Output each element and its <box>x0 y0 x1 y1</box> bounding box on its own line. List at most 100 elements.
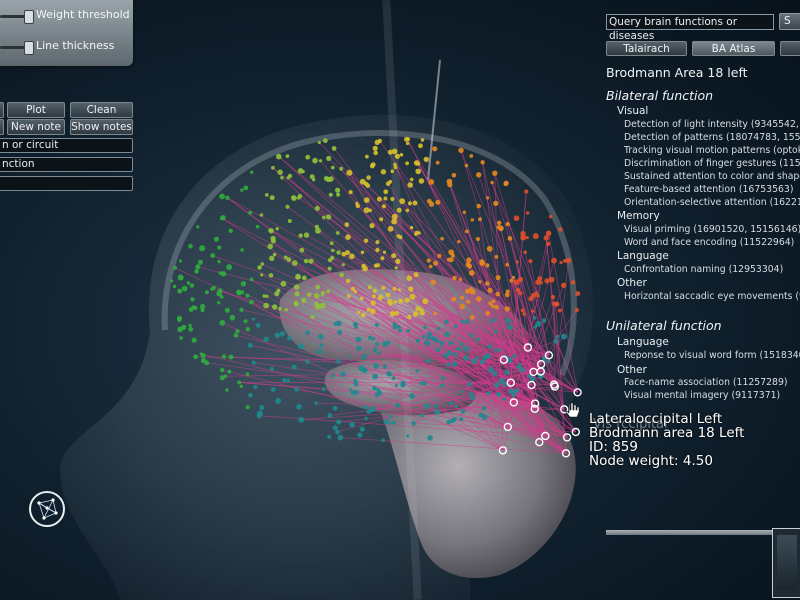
brain-node <box>331 248 335 253</box>
brain-node <box>291 195 297 201</box>
new-note-button[interactable]: New note <box>7 119 65 135</box>
brain-node <box>454 404 459 408</box>
brain-node <box>272 252 277 257</box>
brain-node <box>486 245 493 252</box>
brain-node <box>433 260 439 266</box>
brain-node <box>293 300 299 306</box>
brain-node <box>196 225 200 229</box>
brain-node <box>264 193 269 197</box>
network-graph-icon[interactable] <box>29 491 65 527</box>
function-item[interactable]: Visual mental imagery (9117371) <box>624 390 780 401</box>
brain-node <box>436 326 441 331</box>
brain-node <box>219 319 226 326</box>
plot-button[interactable]: Plot <box>7 102 65 118</box>
function-item[interactable]: Detection of patterns (18074783, 1552809… <box>624 132 800 143</box>
brain-node <box>554 301 560 307</box>
line-thickness-handle[interactable] <box>24 41 34 55</box>
brain-node <box>298 343 304 350</box>
brain-node <box>385 181 391 186</box>
brain-node <box>279 331 286 337</box>
function-item[interactable]: Feature-based attention (16753563) <box>624 184 793 195</box>
brain-node <box>435 160 440 165</box>
function-item[interactable]: Confrontation naming (12953304) <box>624 264 783 275</box>
search-button[interactable]: S <box>779 13 800 30</box>
brain-node <box>460 319 464 324</box>
brain-node <box>550 294 556 300</box>
brain-node <box>250 170 254 174</box>
brain-node <box>399 153 404 157</box>
empty-input[interactable] <box>0 176 133 191</box>
brain-node <box>505 262 510 267</box>
talairach-button[interactable]: Talairach <box>606 41 687 56</box>
brain-node <box>268 228 272 232</box>
brain-node <box>488 344 493 349</box>
ba-atlas-button[interactable]: BA Atlas <box>692 41 775 56</box>
brain-node <box>383 196 388 201</box>
brain-node <box>177 274 184 281</box>
function-item[interactable]: Tracking visual motion patterns (optokin… <box>624 145 800 156</box>
brain-node <box>479 359 485 365</box>
function-input[interactable]: nction <box>0 157 133 172</box>
brain-node <box>555 334 559 339</box>
function-item[interactable]: Visual priming (16901520, 15156146) <box>624 224 800 235</box>
brain-node <box>420 413 424 418</box>
brain-node <box>426 198 432 204</box>
function-item[interactable]: Reponse to visual word form (15183402) <box>624 350 800 361</box>
weight-threshold-slider[interactable]: Weight threshold <box>0 6 133 26</box>
brain-node <box>543 235 549 241</box>
brain-node <box>464 319 470 325</box>
brain-node <box>444 331 450 338</box>
region-circuit-input[interactable]: n or circuit <box>0 138 133 153</box>
brain-node <box>475 236 480 242</box>
function-item[interactable]: Sustained attention to color and shape (… <box>624 171 800 182</box>
node-area: Brodmann area 18 Left <box>589 425 745 441</box>
function-item[interactable]: Word and face encoding (11522964) <box>624 237 794 248</box>
brain-node <box>317 333 324 340</box>
brain-node <box>435 338 440 344</box>
brain-node <box>415 305 421 312</box>
brain-node <box>248 392 253 398</box>
brain-node <box>262 294 266 298</box>
brain-node <box>374 322 379 328</box>
brain-node <box>356 310 361 315</box>
brain-node <box>301 297 307 304</box>
brain-node <box>452 352 458 357</box>
brain-node <box>531 292 536 298</box>
brain-node <box>217 259 221 264</box>
timeline-divider[interactable] <box>606 530 800 535</box>
brain-node <box>444 319 449 325</box>
partial-atlas-button[interactable] <box>780 41 800 56</box>
brain-node <box>360 312 366 318</box>
brain-node <box>511 392 516 398</box>
brain-node <box>374 392 380 398</box>
brain-node <box>417 231 421 235</box>
brain-node <box>355 203 360 209</box>
brain-node <box>457 240 461 244</box>
brain-node <box>405 208 410 213</box>
brain-node <box>405 137 411 142</box>
show-notes-button[interactable]: Show notes <box>70 119 133 135</box>
line-thickness-slider[interactable]: Line thickness <box>0 37 133 57</box>
partial-button-left-2[interactable] <box>0 119 4 135</box>
weight-threshold-handle[interactable] <box>24 10 34 24</box>
minimap-thumbnail[interactable] <box>772 528 800 598</box>
function-item[interactable]: Discrimination of finger gestures (11525… <box>624 158 800 169</box>
brain-node <box>382 341 388 348</box>
brain-node <box>392 286 397 291</box>
brain-node <box>380 256 385 261</box>
function-item[interactable]: Face-name association (11257289) <box>624 377 788 388</box>
clean-button[interactable]: Clean <box>70 102 133 118</box>
brain-node <box>243 319 248 324</box>
brain-node <box>277 169 283 175</box>
brain-node <box>518 291 523 296</box>
brain-node <box>404 297 410 303</box>
brain-node <box>318 159 323 163</box>
search-input[interactable]: Query brain functions or diseases <box>606 14 774 42</box>
function-item[interactable]: Horizontal saccadic eye movements (93454 <box>624 291 800 302</box>
brain-node <box>519 366 525 373</box>
brain-node <box>210 253 216 258</box>
function-item[interactable]: Orientation-selective attention (1622174… <box>624 197 800 208</box>
partial-button-left[interactable] <box>0 102 4 118</box>
brain-node <box>413 160 420 166</box>
function-item[interactable]: Detection of light intensity (9345542, 1… <box>624 119 800 130</box>
